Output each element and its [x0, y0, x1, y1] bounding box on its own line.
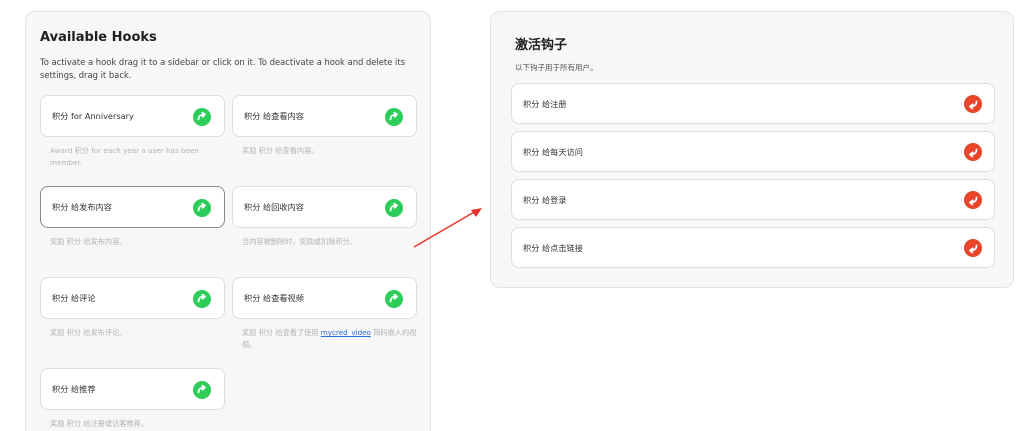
hook-label: 积分 给发布内容	[52, 202, 112, 212]
arrow-forward-circle-icon[interactable]	[193, 381, 211, 399]
hook-description-text: 奖励 积分 给查看了使用	[242, 328, 321, 337]
arrow-forward-circle-icon[interactable]	[193, 108, 211, 126]
hook-card-view-video[interactable]: 积分 给查看视频	[232, 277, 417, 319]
drag-direction-arrow	[413, 208, 482, 248]
active-hooks-description: 以下钩子用于所有用户。	[515, 63, 598, 72]
active-hooks-panel: 激活钩子 以下钩子用于所有用户。 积分 给注册 积分 给每天访问 积分 给登录 …	[490, 11, 1014, 288]
hook-label: 积分 给评论	[52, 293, 96, 303]
arrow-back-circle-icon[interactable]	[964, 95, 982, 113]
hook-description: Award 积分 for each year a user has been m…	[50, 146, 199, 167]
arrow-forward-circle-icon[interactable]	[385, 290, 403, 308]
hook-description: 奖励 积分 给发布评论。	[50, 328, 127, 337]
arrow-back-circle-icon[interactable]	[964, 191, 982, 209]
active-hook-label: 积分 给注册	[523, 99, 567, 109]
hook-card-view-content[interactable]: 积分 给查看内容	[232, 95, 417, 137]
hook-description: 奖励 积分 给发布内容。	[50, 237, 127, 246]
hook-card-anniversary[interactable]: 积分 for Anniversary	[40, 95, 225, 137]
arrow-forward-circle-icon[interactable]	[385, 108, 403, 126]
available-hooks-panel: Available Hooks To activate a hook drag …	[25, 11, 431, 431]
hook-label: 积分 给查看内容	[244, 111, 304, 121]
mycred-video-link[interactable]: mycred_video	[321, 328, 371, 337]
hook-label: 积分 给回收内容	[244, 202, 304, 212]
available-hooks-title: Available Hooks	[40, 30, 157, 45]
arrow-forward-circle-icon[interactable]	[385, 199, 403, 217]
hook-description: 奖励 积分 给查看了使用 mycred_video 简码嵌入的视频。	[242, 327, 417, 350]
arrow-forward-circle-icon[interactable]	[193, 290, 211, 308]
active-hook-registration[interactable]: 积分 给注册	[511, 83, 995, 124]
active-hooks-title: 激活钩子	[515, 38, 568, 53]
hook-card-recycle-content[interactable]: 积分 给回收内容	[232, 186, 417, 228]
hook-label: 积分 给推荐	[52, 384, 96, 394]
available-hooks-description: To activate a hook drag it to a sidebar …	[40, 57, 406, 80]
hook-card-comment[interactable]: 积分 给评论	[40, 277, 225, 319]
hook-description: 当内容被删除时，奖励或扣除积分。	[242, 237, 358, 246]
arrow-back-circle-icon[interactable]	[964, 239, 982, 257]
arrow-forward-circle-icon[interactable]	[193, 199, 211, 217]
active-hook-login[interactable]: 积分 给登录	[511, 179, 995, 220]
active-hook-click-link[interactable]: 积分 给点击链接	[511, 227, 995, 268]
hook-label: 积分 给查看视频	[244, 293, 304, 303]
hook-description: 奖励 积分 给注册或访客推荐。	[50, 419, 149, 428]
hook-description: 奖励 积分 给查看内容。	[242, 146, 319, 155]
active-hook-label: 积分 给每天访问	[523, 147, 583, 157]
hook-label: 积分 for Anniversary	[52, 111, 134, 121]
hook-card-publish-content[interactable]: 积分 给发布内容	[40, 186, 225, 228]
arrow-back-circle-icon[interactable]	[964, 143, 982, 161]
active-hook-daily-visit[interactable]: 积分 给每天访问	[511, 131, 995, 172]
active-hook-label: 积分 给登录	[523, 195, 567, 205]
hook-card-referral[interactable]: 积分 给推荐	[40, 368, 225, 410]
active-hook-label: 积分 给点击链接	[523, 243, 583, 253]
